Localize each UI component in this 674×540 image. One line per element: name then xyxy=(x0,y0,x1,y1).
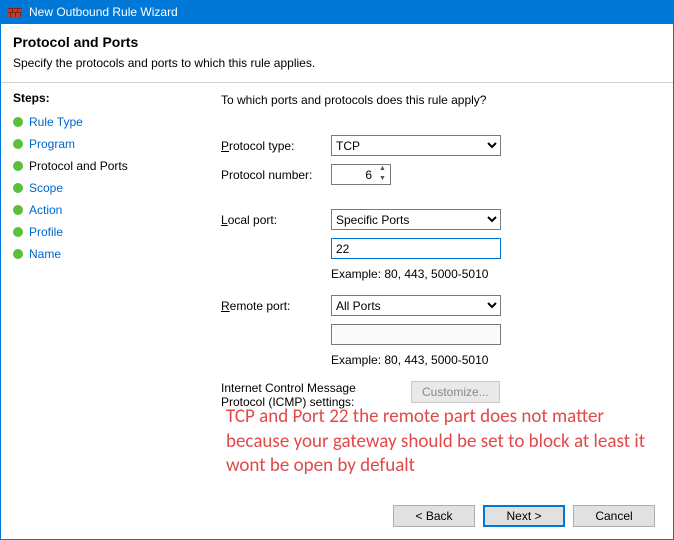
steps-heading: Steps: xyxy=(13,91,203,105)
next-button[interactable]: Next > xyxy=(483,505,565,527)
steps-sidebar: Steps: Rule Type Program Protocol and Po… xyxy=(13,91,203,409)
step-scope[interactable]: Scope xyxy=(13,181,203,195)
titlebar: New Outbound Rule Wizard xyxy=(1,0,673,24)
step-link[interactable]: Rule Type xyxy=(29,115,83,129)
remote-port-text-row xyxy=(331,324,661,345)
annotation-text: TCP and Port 22 the remote part does not… xyxy=(226,405,646,479)
customize-button: Customize... xyxy=(411,381,500,403)
header-divider xyxy=(1,82,673,83)
local-port-text-row xyxy=(331,238,661,259)
local-port-label: Local port: xyxy=(221,213,331,227)
icmp-row: Internet Control Message Protocol (ICMP)… xyxy=(221,381,661,409)
step-bullet-icon xyxy=(13,205,23,215)
remote-port-input xyxy=(331,324,501,345)
step-action[interactable]: Action xyxy=(13,203,203,217)
step-bullet-icon xyxy=(13,227,23,237)
step-protocol-and-ports: Protocol and Ports xyxy=(13,159,203,173)
spinner-up-icon[interactable]: ▲ xyxy=(375,165,390,175)
page-title: Protocol and Ports xyxy=(13,34,661,50)
step-profile[interactable]: Profile xyxy=(13,225,203,239)
local-port-select[interactable]: Specific Ports xyxy=(331,209,501,230)
step-label: Protocol and Ports xyxy=(29,159,128,173)
local-port-input[interactable] xyxy=(331,238,501,259)
remote-port-row: Remote port: All Ports xyxy=(221,295,661,316)
prompt-text: To which ports and protocols does this r… xyxy=(221,93,661,107)
wizard-footer: < Back Next > Cancel xyxy=(1,505,673,539)
firewall-icon xyxy=(7,4,23,20)
spinner-buttons[interactable]: ▲ ▼ xyxy=(375,165,390,184)
local-port-example: Example: 80, 443, 5000-5010 xyxy=(331,267,661,281)
step-bullet-icon xyxy=(13,161,23,171)
back-button[interactable]: < Back xyxy=(393,505,475,527)
protocol-number-label: Protocol number: xyxy=(221,168,331,182)
local-port-row: Local port: Specific Ports xyxy=(221,209,661,230)
spinner-down-icon[interactable]: ▼ xyxy=(375,175,390,185)
remote-port-example: Example: 80, 443, 5000-5010 xyxy=(331,353,661,367)
step-link[interactable]: Name xyxy=(29,247,61,261)
protocol-type-label: Protocol type: xyxy=(221,139,331,153)
step-link[interactable]: Program xyxy=(29,137,75,151)
step-link[interactable]: Action xyxy=(29,203,62,217)
main-panel: To which ports and protocols does this r… xyxy=(203,91,661,409)
step-link[interactable]: Profile xyxy=(29,225,63,239)
window-title: New Outbound Rule Wizard xyxy=(29,5,178,19)
page-header: Protocol and Ports Specify the protocols… xyxy=(1,24,673,74)
protocol-type-row: Protocol type: TCP xyxy=(221,135,661,156)
cancel-button[interactable]: Cancel xyxy=(573,505,655,527)
step-rule-type[interactable]: Rule Type xyxy=(13,115,203,129)
step-bullet-icon xyxy=(13,117,23,127)
step-name[interactable]: Name xyxy=(13,247,203,261)
protocol-type-select[interactable]: TCP xyxy=(331,135,501,156)
step-bullet-icon xyxy=(13,249,23,259)
step-link[interactable]: Scope xyxy=(29,181,63,195)
protocol-number-row: Protocol number: ▲ ▼ xyxy=(221,164,661,185)
step-bullet-icon xyxy=(13,183,23,193)
remote-port-label: Remote port: xyxy=(221,299,331,313)
step-bullet-icon xyxy=(13,139,23,149)
step-program[interactable]: Program xyxy=(13,137,203,151)
icmp-label: Internet Control Message Protocol (ICMP)… xyxy=(221,381,411,409)
page-subtitle: Specify the protocols and ports to which… xyxy=(13,56,661,70)
remote-port-select[interactable]: All Ports xyxy=(331,295,501,316)
